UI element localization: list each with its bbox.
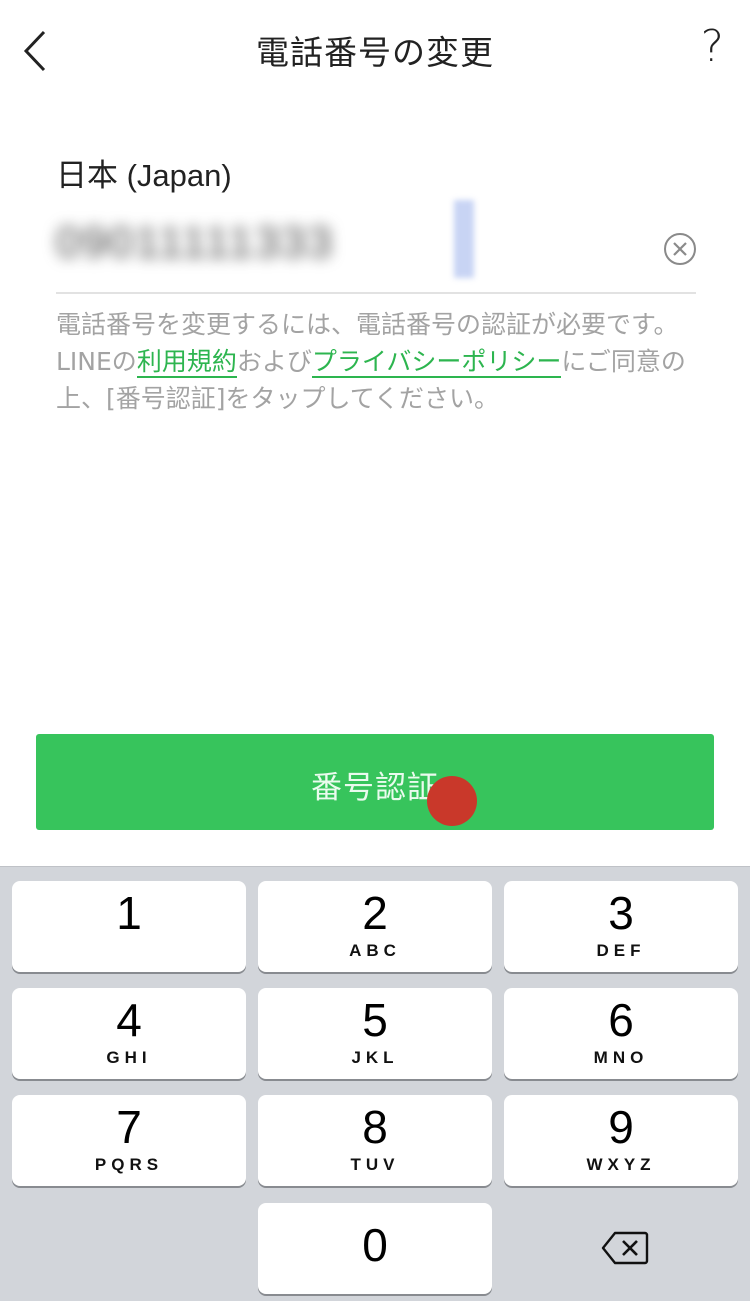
key-4[interactable]: 4 GHI	[12, 988, 246, 1079]
key-7[interactable]: 7 PQRS	[12, 1095, 246, 1186]
terms-link[interactable]: 利用規約	[136, 347, 237, 378]
key-6[interactable]: 6 MNO	[504, 988, 738, 1079]
key-8[interactable]: 8 TUV	[258, 1095, 492, 1186]
phone-number-input[interactable]: 09011111333	[56, 218, 334, 268]
key-letters: MNO	[593, 1048, 649, 1067]
key-0[interactable]: 0	[258, 1203, 492, 1294]
key-9[interactable]: 9 WXYZ	[504, 1095, 738, 1186]
key-letters: PQRS	[94, 1155, 164, 1174]
key-digit: 4	[116, 994, 142, 1046]
key-letters: JKL	[351, 1048, 399, 1067]
key-3[interactable]: 3 DEF	[504, 881, 738, 972]
key-letters: TUV	[350, 1155, 400, 1174]
key-letters: WXYZ	[586, 1155, 656, 1174]
consent-notice: 電話番号を変更するには、電話番号の認証が必要です。LINEの利用規約およびプライ…	[56, 306, 696, 417]
page-title: 電話番号の変更	[256, 33, 494, 72]
key-letters: DEF	[596, 941, 646, 960]
key-digit: 0	[362, 1219, 388, 1271]
key-5[interactable]: 5 JKL	[258, 988, 492, 1079]
tap-indicator	[427, 776, 477, 826]
key-digit: 7	[116, 1101, 142, 1153]
help-button[interactable]: ?	[701, 22, 724, 72]
verify-button-label: 番号認証	[311, 770, 439, 806]
key-letters: GHI	[106, 1048, 152, 1067]
key-digit: 6	[608, 994, 634, 1046]
key-digit: 9	[608, 1101, 634, 1153]
clear-button[interactable]	[664, 233, 696, 265]
key-letters: ABC	[349, 941, 401, 960]
notice-text-middle: および	[236, 347, 312, 376]
privacy-policy-link[interactable]: プライバシーポリシー	[311, 347, 562, 378]
phone-number-field[interactable]: 09011111333	[56, 200, 696, 294]
nav-bar: 電話番号の変更 ?	[0, 0, 750, 100]
numeric-keypad: 1 2 ABC 3 DEF 4 GHI 5 JKL 6 MNO 7 PQRS 8…	[0, 866, 750, 1301]
clear-circle-icon	[673, 242, 687, 256]
delete-key[interactable]	[504, 1203, 738, 1294]
key-digit: 5	[362, 994, 388, 1046]
text-cursor	[454, 200, 474, 278]
backspace-icon	[601, 1231, 649, 1265]
key-digit: 1	[116, 887, 142, 939]
key-digit: 2	[362, 887, 388, 939]
key-digit: 8	[362, 1101, 388, 1153]
country-selector[interactable]: 日本 (Japan)	[56, 150, 232, 195]
key-2[interactable]: 2 ABC	[258, 881, 492, 972]
key-1[interactable]: 1	[12, 881, 246, 972]
verify-number-button[interactable]: 番号認証	[36, 734, 714, 830]
key-digit: 3	[608, 887, 634, 939]
